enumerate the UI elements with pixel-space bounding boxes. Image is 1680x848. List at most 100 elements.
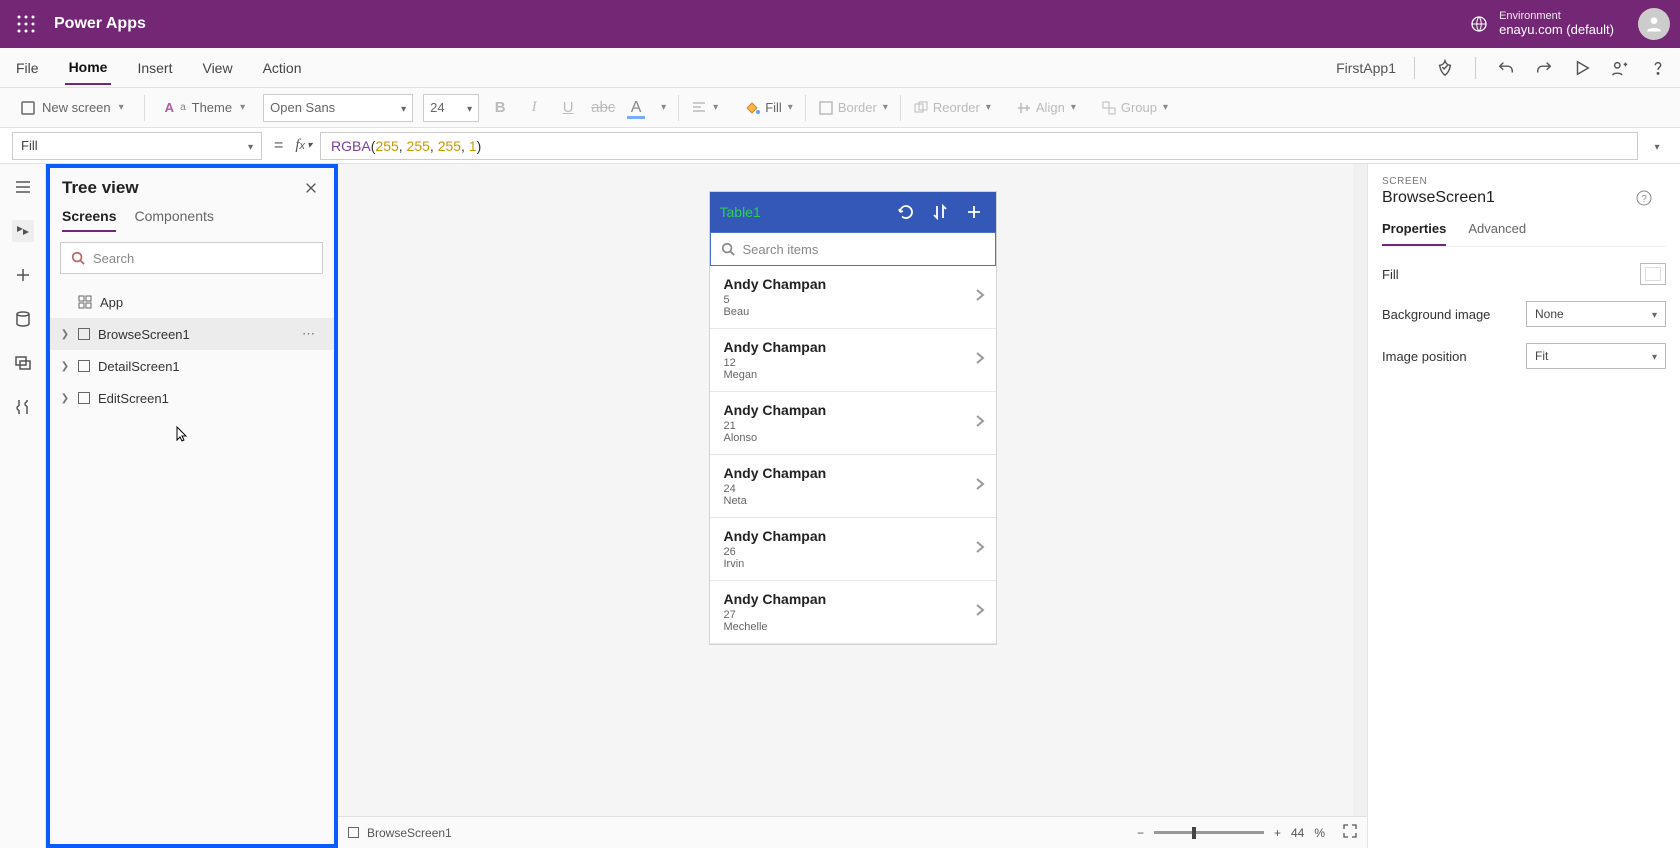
menu-view[interactable]: View — [198, 52, 236, 84]
info-icon[interactable]: ? — [1636, 190, 1652, 211]
property-select[interactable]: Fill — [12, 132, 262, 160]
undo-icon[interactable] — [1496, 58, 1516, 78]
properties-panel: SCREEN BrowseScreen1 ? Properties Advanc… — [1368, 164, 1680, 848]
menu-home[interactable]: Home — [65, 51, 112, 85]
fill-swatch[interactable] — [1640, 263, 1666, 285]
list-item[interactable]: Andy Champan 5 Beau — [710, 266, 996, 329]
imgpos-select[interactable]: Fit — [1526, 343, 1666, 369]
tools-icon[interactable] — [12, 396, 34, 418]
more-icon[interactable]: ⋯ — [302, 326, 317, 342]
tree-item-browsescreen[interactable]: ❯ BrowseScreen1 ⋯ — [46, 318, 337, 350]
tab-properties[interactable]: Properties — [1382, 221, 1446, 246]
tree-item-editscreen[interactable]: ❯ EditScreen1 — [46, 382, 337, 414]
underline-button[interactable]: U — [557, 99, 579, 116]
add-icon[interactable] — [962, 200, 986, 224]
sort-icon[interactable] — [928, 200, 952, 224]
chevron-right-icon[interactable] — [974, 414, 986, 432]
bgimage-select[interactable]: None — [1526, 301, 1666, 327]
canvas-scrollbar[interactable] — [1353, 164, 1367, 816]
app-preview[interactable]: Table1 Search items Andy Champan 5 Beau … — [710, 192, 996, 644]
prop-fill-label: Fill — [1382, 267, 1399, 282]
list-item[interactable]: Andy Champan 24 Neta — [710, 455, 996, 518]
tree-view-icon[interactable] — [12, 220, 34, 242]
tab-components[interactable]: Components — [134, 208, 213, 232]
list-item-line2: 26 — [724, 546, 984, 558]
tab-advanced[interactable]: Advanced — [1468, 221, 1526, 246]
media-icon[interactable] — [12, 352, 34, 374]
list-item[interactable]: Andy Champan 26 Irvin — [710, 518, 996, 581]
formula-expand-icon[interactable] — [1646, 135, 1668, 157]
align-label: Align — [1036, 100, 1065, 115]
app-checker-icon[interactable] — [1435, 58, 1455, 78]
menu-file[interactable]: File — [12, 52, 43, 84]
tree-item-detailscreen[interactable]: ❯ DetailScreen1 — [46, 350, 337, 382]
canvas[interactable]: Table1 Search items Andy Champan 5 Beau … — [338, 164, 1368, 848]
font-size-select[interactable]: 24 — [423, 94, 479, 122]
chevron-right-icon[interactable] — [974, 288, 986, 306]
fill-button[interactable]: Fill▾ — [743, 99, 793, 117]
italic-button[interactable]: I — [523, 99, 545, 116]
tree-search-input[interactable]: Search — [60, 242, 323, 274]
environment-picker[interactable]: Environment enayu.com (default) — [1469, 10, 1614, 38]
data-icon[interactable] — [12, 308, 34, 330]
preview-search[interactable]: Search items — [710, 232, 996, 266]
list-item-line3: Neta — [724, 495, 984, 507]
preview-icon[interactable] — [1572, 58, 1592, 78]
chevron-right-icon[interactable]: ❯ — [60, 361, 70, 372]
text-align-button[interactable]: ▾ — [691, 100, 718, 116]
chevron-right-icon[interactable] — [974, 540, 986, 558]
new-screen-button[interactable]: New screen▾ — [12, 93, 132, 123]
formula-input[interactable]: RGBA(255, 255, 255, 1) — [320, 132, 1638, 160]
list-item[interactable]: Andy Champan 12 Megan — [710, 329, 996, 392]
props-screen-name: BrowseScreen1 — [1382, 189, 1666, 207]
fx-icon[interactable]: fx▾ — [295, 137, 312, 154]
insert-icon[interactable] — [12, 264, 34, 286]
canvas-footer: BrowseScreen1 − + 44 % — [338, 816, 1367, 848]
fill-label: Fill — [765, 100, 782, 115]
property-value: Fill — [21, 138, 38, 153]
reorder-button[interactable]: Reorder▾ — [913, 100, 991, 116]
zoom-out-icon[interactable]: − — [1137, 826, 1144, 840]
list-item[interactable]: Andy Champan 27 Mechelle — [710, 581, 996, 644]
redo-icon[interactable] — [1534, 58, 1554, 78]
theme-label: Theme — [192, 100, 232, 115]
svg-text:?: ? — [1641, 194, 1647, 205]
font-color-button[interactable]: A — [625, 99, 647, 117]
chevron-right-icon[interactable] — [974, 603, 986, 621]
waffle-icon[interactable] — [10, 8, 42, 40]
chevron-right-icon[interactable] — [974, 351, 986, 369]
chevron-right-icon[interactable]: ❯ — [60, 329, 70, 340]
align-objects-button[interactable]: Align▾ — [1016, 100, 1076, 116]
refresh-icon[interactable] — [894, 200, 918, 224]
hamburger-icon[interactable] — [12, 176, 34, 198]
environment-icon — [1469, 14, 1489, 34]
group-label: Group — [1121, 100, 1157, 115]
chevron-right-icon[interactable]: ❯ — [60, 393, 70, 404]
strike-button[interactable]: abc — [591, 99, 613, 116]
menu-bar: File Home Insert View Action FirstApp1 — [0, 48, 1680, 88]
menu-action[interactable]: Action — [259, 52, 306, 84]
bold-button[interactable]: B — [489, 99, 511, 116]
menu-insert[interactable]: Insert — [133, 52, 176, 84]
tree-item-label: DetailScreen1 — [98, 359, 180, 374]
tree-item-app[interactable]: App — [46, 286, 337, 318]
zoom-control[interactable]: − + 44 % — [1137, 824, 1357, 841]
fit-icon[interactable] — [1343, 824, 1357, 841]
app-name: FirstApp1 — [1336, 60, 1396, 76]
help-icon[interactable] — [1648, 58, 1668, 78]
chevron-right-icon[interactable] — [974, 477, 986, 495]
zoom-in-icon[interactable]: + — [1274, 826, 1281, 840]
share-icon[interactable] — [1610, 58, 1630, 78]
avatar[interactable] — [1638, 8, 1670, 40]
tab-screens[interactable]: Screens — [62, 208, 116, 232]
border-label: Border — [838, 100, 877, 115]
border-button[interactable]: Border▾ — [818, 100, 888, 116]
tree-view-panel: Tree view Screens Components Search App … — [46, 164, 338, 848]
tree-item-label: BrowseScreen1 — [98, 327, 190, 342]
close-icon[interactable] — [301, 178, 321, 198]
list-item-name: Andy Champan — [724, 339, 984, 355]
theme-button[interactable]: Aa Theme▾ — [157, 93, 253, 123]
font-select[interactable]: Open Sans — [263, 94, 413, 122]
group-button[interactable]: Group▾ — [1101, 100, 1168, 116]
list-item[interactable]: Andy Champan 21 Alonso — [710, 392, 996, 455]
